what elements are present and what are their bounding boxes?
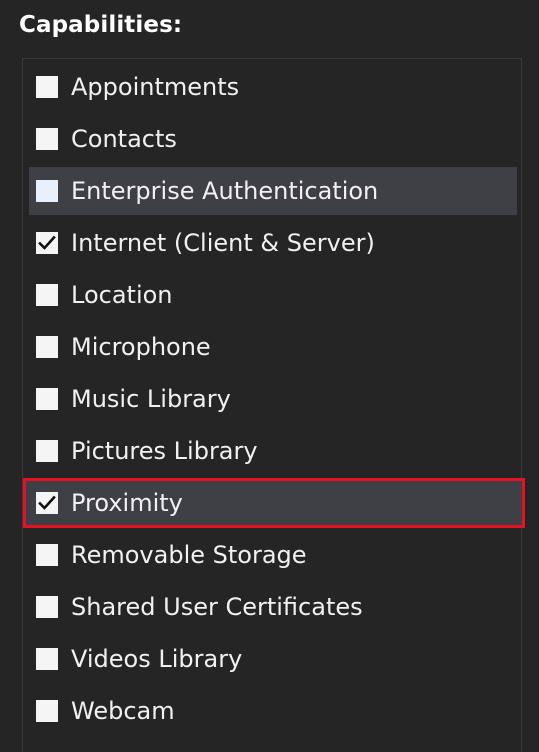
capability-enterprise-authentication[interactable]: Enterprise Authentication: [29, 167, 517, 215]
capability-label: Pictures Library: [71, 437, 258, 465]
capability-contacts[interactable]: Contacts: [29, 115, 517, 163]
capability-webcam[interactable]: Webcam: [29, 687, 517, 735]
checkmark-icon: [38, 495, 56, 510]
capability-label: Location: [71, 281, 173, 309]
capability-microphone[interactable]: Microphone: [29, 323, 517, 371]
capability-removable-storage[interactable]: Removable Storage: [29, 531, 517, 579]
capability-label: Shared User Certificates: [71, 593, 363, 621]
checkbox[interactable]: [36, 440, 58, 462]
capability-label: Videos Library: [71, 645, 243, 673]
capabilities-list: Appointments Contacts Enterprise Authent…: [22, 58, 525, 752]
capability-label: Appointments: [71, 73, 240, 101]
checkbox[interactable]: [36, 284, 58, 306]
capability-label: Music Library: [71, 385, 231, 413]
capability-label: Enterprise Authentication: [71, 177, 379, 205]
capability-label: Contacts: [71, 125, 177, 153]
capability-label: Webcam: [71, 697, 175, 725]
capability-location[interactable]: Location: [29, 271, 517, 319]
capability-label: Proximity: [71, 489, 183, 517]
capability-pictures-library[interactable]: Pictures Library: [29, 427, 517, 475]
checkbox[interactable]: [36, 232, 58, 254]
checkbox[interactable]: [36, 128, 58, 150]
capability-internet-client-server[interactable]: Internet (Client & Server): [29, 219, 517, 267]
capability-label: Internet (Client & Server): [71, 229, 375, 257]
checkbox[interactable]: [36, 596, 58, 618]
capabilities-header: Capabilities:: [19, 12, 183, 38]
capability-music-library[interactable]: Music Library: [29, 375, 517, 423]
checkmark-icon: [38, 235, 56, 250]
capability-label: Microphone: [71, 333, 211, 361]
checkbox[interactable]: [36, 648, 58, 670]
checkbox[interactable]: [36, 180, 58, 202]
checkbox[interactable]: [36, 492, 58, 514]
checkbox[interactable]: [36, 336, 58, 358]
checkbox[interactable]: [36, 76, 58, 98]
checkbox[interactable]: [36, 544, 58, 566]
checkbox[interactable]: [36, 388, 58, 410]
capability-label: Removable Storage: [71, 541, 307, 569]
checkbox[interactable]: [36, 700, 58, 722]
capability-videos-library[interactable]: Videos Library: [29, 635, 517, 683]
capability-proximity[interactable]: Proximity: [23, 478, 525, 528]
capability-appointments[interactable]: Appointments: [29, 63, 517, 111]
capability-shared-user-certificates[interactable]: Shared User Certificates: [29, 583, 517, 631]
